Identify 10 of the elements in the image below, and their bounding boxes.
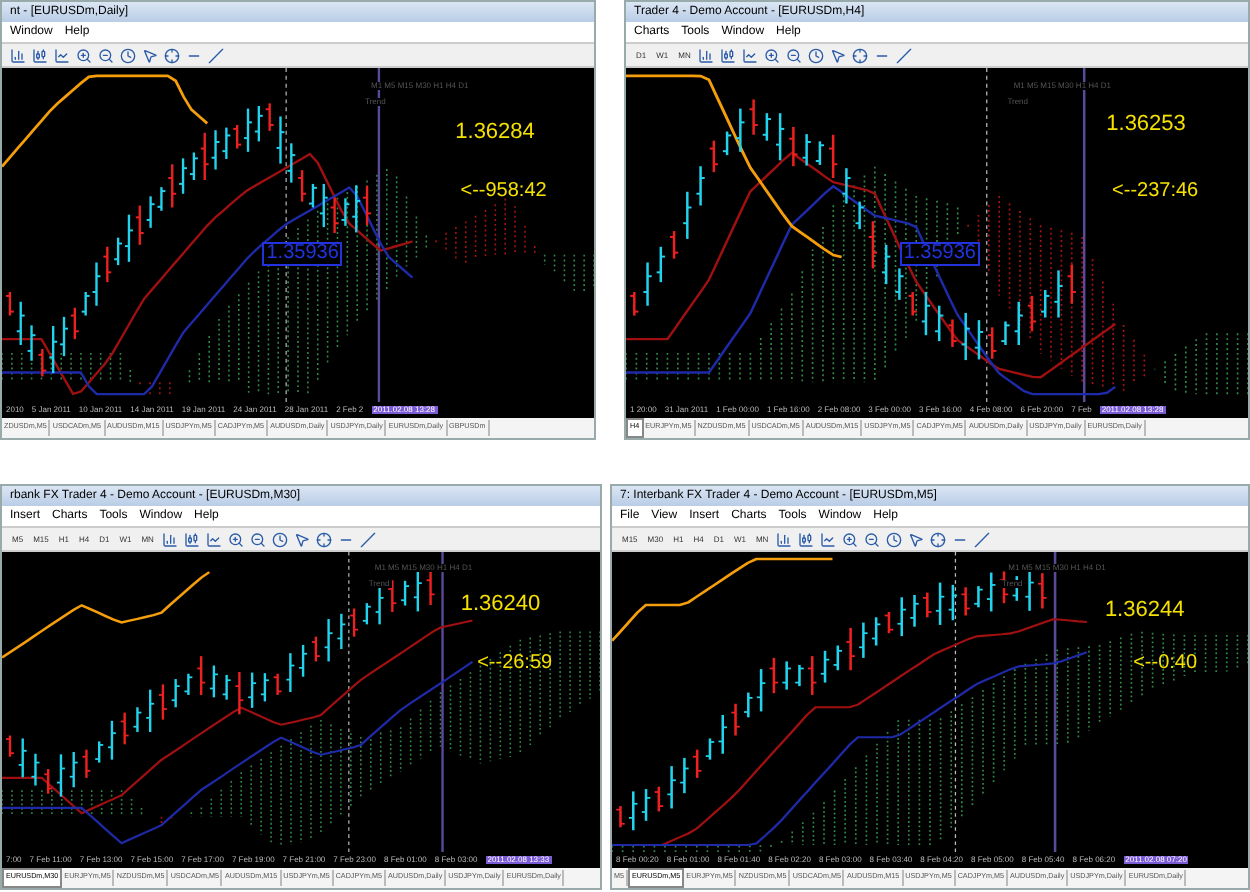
- countdown-label: <--26:59: [477, 654, 553, 674]
- price-label: 1.36284: [455, 121, 535, 144]
- countdown-label: <--958:42: [460, 181, 547, 202]
- price-label: 1.36244: [1104, 600, 1185, 622]
- price-label: 1.36253: [1106, 114, 1186, 137]
- price-label: 1.36240: [460, 594, 541, 616]
- countdown-label: <--237:46: [1112, 181, 1199, 202]
- countdown-label: <--0:40: [1133, 654, 1198, 674]
- price-marker: 1.35936: [899, 241, 980, 266]
- price-marker: 1.35936: [262, 241, 343, 266]
